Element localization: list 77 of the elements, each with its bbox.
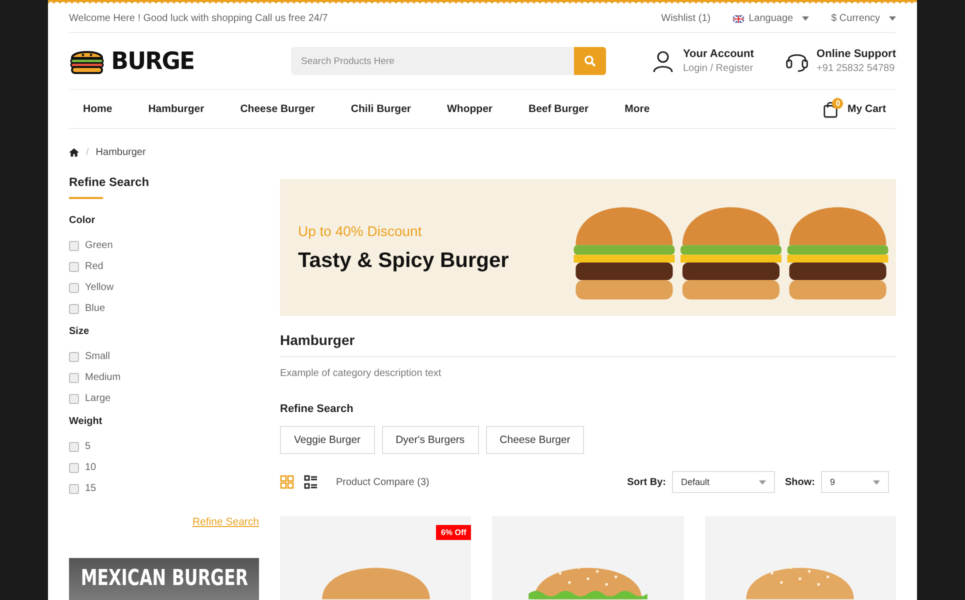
nav-link[interactable]: Home — [69, 103, 126, 115]
checkbox-label[interactable]: 15 — [85, 483, 96, 494]
nav-link[interactable]: Beef Burger — [514, 103, 603, 115]
breadcrumb-link[interactable]: Hamburger — [96, 146, 146, 158]
wishlist-link[interactable]: Wishlist (1) — [661, 13, 711, 24]
checkbox[interactable] — [69, 282, 79, 292]
search-field[interactable]: Search Products Here — [291, 47, 574, 75]
shopping-bag-icon — [823, 100, 838, 118]
nav-link[interactable]: More — [610, 103, 664, 115]
filter-group-title: Size — [69, 326, 90, 337]
checkbox-label[interactable]: Red — [85, 261, 104, 272]
category-tag-button[interactable]: Veggie Burger — [280, 426, 375, 454]
cart-count-badge: 0 — [832, 98, 844, 108]
product-card[interactable] — [492, 516, 684, 600]
search-button[interactable] — [574, 47, 606, 75]
user-icon — [651, 49, 675, 73]
checkbox[interactable] — [69, 394, 79, 404]
show-count-select[interactable]: 9 — [821, 471, 889, 493]
language-dropdown[interactable]: Language — [732, 13, 810, 24]
checkbox[interactable] — [69, 484, 79, 494]
nav-link[interactable]: Whopper — [433, 103, 506, 115]
refine-search-heading: Refine Search — [280, 403, 354, 415]
category-description: Example of category description text — [280, 368, 442, 379]
login-register-link[interactable]: Login / Register — [683, 63, 754, 74]
discount-badge: 6% Off — [436, 525, 472, 540]
cart-link[interactable]: My Cart — [847, 103, 886, 115]
nav-link[interactable]: Chili Burger — [336, 103, 425, 115]
sidebar-heading: Refine Search — [69, 175, 150, 189]
checkbox-label[interactable]: Small — [85, 351, 110, 362]
caret-icon — [889, 16, 896, 21]
sort-select[interactable]: Default — [672, 471, 775, 493]
checkbox[interactable] — [69, 442, 79, 452]
category-tag-button[interactable]: Cheese Burger — [486, 426, 584, 454]
checkbox[interactable] — [69, 240, 79, 250]
home-icon[interactable] — [69, 148, 79, 156]
promo-banner[interactable]: Up to 40% Discount Tasty & Spicy Burger — [280, 179, 896, 316]
show-label: Show: — [785, 476, 815, 488]
promo-banner[interactable]: MEXICAN BURGER — [69, 558, 259, 600]
checkbox[interactable] — [69, 304, 79, 314]
product-compare-link[interactable]: Product Compare (3) — [336, 476, 430, 488]
checkbox[interactable] — [69, 462, 79, 472]
caret-icon — [759, 480, 766, 484]
account-title[interactable]: Your Account — [683, 48, 754, 60]
product-card[interactable]: 6% Off — [280, 516, 472, 600]
checkbox-label[interactable]: Yellow — [85, 282, 114, 293]
support-phone: +91 25832 54789 — [816, 63, 896, 74]
discount-text: Up to 40% Discount — [298, 222, 423, 238]
search-icon — [584, 55, 596, 67]
product-card[interactable] — [704, 516, 896, 600]
welcome-text: Welcome Here ! Good luck with shopping Call us free 24/7 — [69, 13, 328, 24]
checkbox-label[interactable]: Large — [85, 393, 111, 404]
breadcrumb-separator: / — [86, 146, 89, 158]
nav-link[interactable]: Cheese Burger — [226, 103, 329, 115]
category-title: Hamburger — [280, 332, 356, 348]
checkbox-label[interactable]: Green — [85, 240, 113, 251]
checkbox[interactable] — [69, 352, 79, 362]
banner-title: Tasty & Spicy Burger — [298, 248, 509, 272]
nav-link[interactable]: Hamburger — [134, 103, 218, 115]
promo-title: MEXICAN BURGER — [80, 566, 248, 593]
checkbox[interactable] — [69, 262, 79, 272]
support-title: Online Support — [816, 48, 896, 60]
filter-group-title: Color — [69, 215, 96, 226]
caret-icon — [802, 16, 810, 21]
filter-group-title: Weight — [69, 416, 104, 427]
checkbox-label[interactable]: Medium — [85, 372, 121, 383]
grid-view-icon[interactable] — [280, 475, 294, 489]
checkbox-label[interactable]: Blue — [85, 303, 106, 314]
checkbox-label[interactable]: 5 — [85, 441, 91, 452]
caret-icon — [873, 480, 880, 484]
list-view-icon[interactable] — [304, 475, 318, 489]
flag-icon — [732, 14, 744, 22]
category-tag-button[interactable]: Dyer's Burgers — [382, 426, 479, 454]
sort-by-label: Sort By: — [627, 476, 666, 488]
checkbox[interactable] — [69, 372, 79, 382]
logo-text[interactable]: BURGE — [111, 47, 194, 75]
currency-dropdown[interactable]: $ Currency — [831, 13, 896, 24]
checkbox-label[interactable]: 10 — [85, 462, 96, 473]
